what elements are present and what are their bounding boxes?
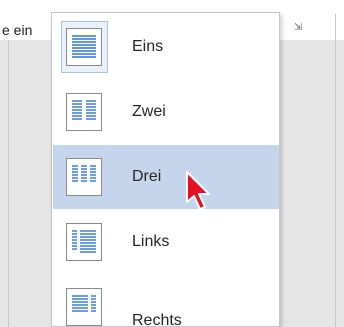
ribbon-label-fragment: e ein (2, 22, 33, 38)
menu-item-label: Rechts (132, 312, 182, 326)
columns-dropdown-menu: Eins Zwei Drei Links Rechts (51, 12, 280, 327)
menu-item-label: Links (132, 233, 170, 250)
menu-item-links[interactable]: Links (53, 210, 279, 274)
mouse-cursor-icon (186, 171, 210, 210)
columns-left-icon (66, 223, 102, 261)
menu-item-rechts[interactable]: Rechts (53, 275, 279, 326)
screen: e ein ⇲ Eins Zwei Drei Links Rechts (0, 0, 344, 327)
columns-one-icon (66, 28, 102, 66)
menu-item-label: Drei (132, 168, 162, 185)
menu-item-eins[interactable]: Eins (53, 15, 279, 79)
columns-right-icon (66, 288, 102, 326)
columns-three-icon (66, 158, 102, 196)
menu-item-drei[interactable]: Drei (53, 145, 279, 209)
document-edge-left (8, 40, 9, 327)
columns-two-icon (66, 93, 102, 131)
menu-item-label: Zwei (132, 103, 166, 120)
menu-item-zwei[interactable]: Zwei (53, 80, 279, 144)
menu-item-label: Eins (132, 38, 164, 55)
document-edge-right (335, 14, 336, 327)
dialog-launcher-icon[interactable]: ⇲ (292, 22, 304, 34)
